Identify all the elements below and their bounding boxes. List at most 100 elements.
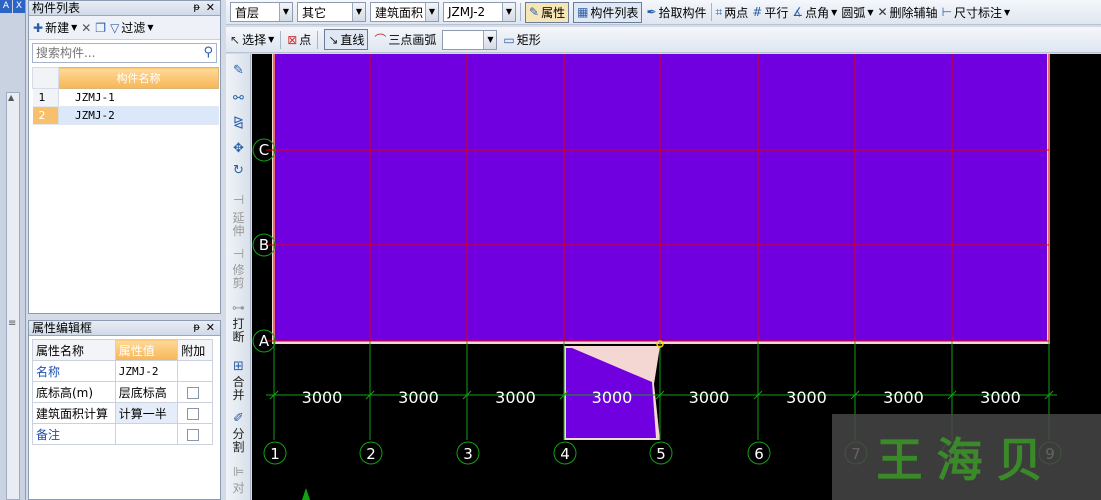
property-value[interactable]: 计算一半 [114, 402, 179, 424]
property-value[interactable] [114, 423, 179, 445]
table-row: 备注 [32, 423, 213, 445]
split-label-2: 割 [232, 440, 245, 454]
new-icon: ✚ [33, 20, 44, 35]
mirror-icon[interactable]: ⧎ [231, 116, 246, 130]
property-extra [177, 402, 213, 424]
break-label-2: 断 [232, 330, 245, 344]
dimension-button[interactable]: ⊢ 尺寸标注 ▼ [942, 4, 1011, 21]
type-select[interactable]: 建筑面积 ▼ [370, 2, 439, 22]
pick-component-label: 拾取构件 [658, 5, 707, 20]
line-icon: ↘ [328, 32, 339, 47]
axis-label: 3 [463, 445, 473, 463]
property-value[interactable]: JZMJ-2 [114, 360, 179, 382]
point-angle-label: 点角 [805, 5, 830, 20]
dimension-label: 3000 [592, 388, 633, 407]
arc-icon: ⌒ [374, 32, 387, 47]
component-name[interactable]: JZMJ-1 [58, 88, 219, 107]
chevron-down-icon: ▼ [279, 3, 292, 21]
dimension-label: 3000 [302, 388, 343, 407]
line-button[interactable]: ↘ 直线 [324, 29, 369, 50]
toolbar-separator [520, 3, 521, 21]
table-row[interactable]: 1 JZMJ-1 [32, 88, 219, 107]
point-angle-button[interactable]: ∡ 点角 ▼ [792, 4, 837, 21]
table-row[interactable]: 2 JZMJ-2 [32, 106, 219, 125]
trim-icon[interactable]: ⊣ [231, 248, 246, 262]
arc-mode-select[interactable]: ▼ [442, 29, 498, 50]
extra-checkbox[interactable] [187, 407, 200, 420]
point-angle-icon: ∡ [792, 5, 804, 19]
pin-icon[interactable]: ᵽ [193, 1, 200, 15]
properties-button[interactable]: ✎ 属性 [525, 1, 570, 23]
category-select[interactable]: 其它 ▼ [297, 2, 366, 22]
floor-select[interactable]: 首层 ▼ [230, 2, 293, 22]
move-icon[interactable]: ✥ [231, 142, 246, 156]
axis-label: 6 [754, 445, 764, 463]
extend-icon[interactable]: ⊣ [231, 194, 246, 208]
arc-button[interactable]: 圆弧 ▼ [841, 4, 873, 21]
parallel-button[interactable]: # 平行 [752, 4, 788, 21]
component-list-button[interactable]: ▦ 构件列表 [573, 1, 643, 23]
axis-label: 2 [366, 445, 376, 463]
rotate-icon[interactable]: ↻ [231, 164, 246, 178]
component-select[interactable]: JZMJ-2 ▼ [443, 2, 516, 22]
toolbar-separator [317, 30, 319, 49]
close-icon[interactable]: ✕ [206, 1, 215, 15]
select-button[interactable]: ↖ 选择 ▼ [230, 31, 274, 48]
left-scrollbar[interactable]: ▲ [6, 92, 20, 500]
select-label: 选择 [242, 33, 267, 47]
new-component-button[interactable]: ✚ 新建 ▼ [33, 19, 77, 36]
copy-icon[interactable]: ❐ [95, 22, 106, 34]
two-points-button[interactable]: ⌗ 两点 [716, 4, 749, 21]
brush-icon[interactable]: ✎ [231, 64, 246, 78]
extra-checkbox[interactable] [187, 428, 200, 441]
watermark: 王海贝 [832, 414, 1101, 500]
component-list-title-bar: 构件列表 ᵽ ✕ [29, 1, 220, 16]
trim-label-2: 剪 [232, 276, 245, 290]
chevron-down-icon: ▼ [268, 35, 275, 44]
close-icon[interactable]: ✕ [206, 321, 215, 335]
delete-aux-axis-button[interactable]: ✕ 删除辅轴 [877, 4, 937, 21]
pick-component-button[interactable]: ✒ 拾取构件 [646, 4, 706, 21]
point-button[interactable]: ⊠ 点 [287, 31, 311, 48]
merge-icon[interactable]: ⊞ [231, 360, 246, 374]
row-number-header [32, 67, 59, 89]
properties-label: 属性 [541, 5, 566, 20]
search-icon[interactable]: ⚲ [203, 45, 213, 60]
left-dock-strip: A X ▲ ≡ [0, 0, 26, 500]
break-icon[interactable]: ⊶ [231, 302, 246, 316]
search-input[interactable] [33, 44, 193, 62]
dock-close-button[interactable]: X [13, 0, 25, 13]
grip-icon[interactable]: ≡ [8, 318, 16, 329]
axis-label: A [259, 332, 270, 350]
axis-label: 1 [270, 445, 280, 463]
extra-checkbox[interactable] [187, 386, 200, 399]
table-row: 名称 JZMJ-2 [32, 360, 213, 382]
pin-icon[interactable]: ᵽ [193, 321, 200, 335]
dimension-label: 3000 [398, 388, 439, 407]
pick-icon: ✒ [646, 5, 657, 19]
dimension-label: 尺寸标注 [954, 5, 1003, 20]
property-name: 建筑面积计算 [32, 402, 116, 424]
split-icon[interactable]: ✐ [231, 412, 246, 426]
dock-a-button[interactable]: A [0, 0, 12, 13]
three-point-arc-button[interactable]: ⌒ 三点画弧 [374, 31, 436, 48]
rectangle-button[interactable]: ▭ 矩形 [503, 31, 540, 48]
component-name[interactable]: JZMJ-2 [58, 106, 219, 125]
delete-icon[interactable]: ✕ [81, 22, 91, 34]
property-value[interactable]: 层底标高 [114, 381, 179, 403]
filter-button[interactable]: ▽ 过滤 ▼ [110, 19, 153, 36]
scroll-up-icon[interactable]: ▲ [8, 93, 14, 102]
filter-icon: ▽ [110, 20, 120, 35]
two-points-icon: ⌗ [715, 5, 723, 19]
axis-label: 4 [560, 445, 570, 463]
chevron-down-icon: ▼ [1004, 7, 1011, 17]
align-icon[interactable]: ⊫ [231, 466, 246, 480]
property-editor-title-bar: 属性编辑框 ᵽ ✕ [29, 321, 220, 336]
building-area [275, 54, 1047, 341]
chevron-down-icon: ▼ [483, 30, 497, 49]
chevron-down-icon: ▼ [502, 3, 515, 21]
copy-tool-icon[interactable]: ⚯ [231, 92, 246, 106]
arc-label: 圆弧 [841, 5, 866, 20]
list-icon: ▦ [577, 5, 589, 19]
chevron-down-icon: ▼ [425, 3, 438, 21]
